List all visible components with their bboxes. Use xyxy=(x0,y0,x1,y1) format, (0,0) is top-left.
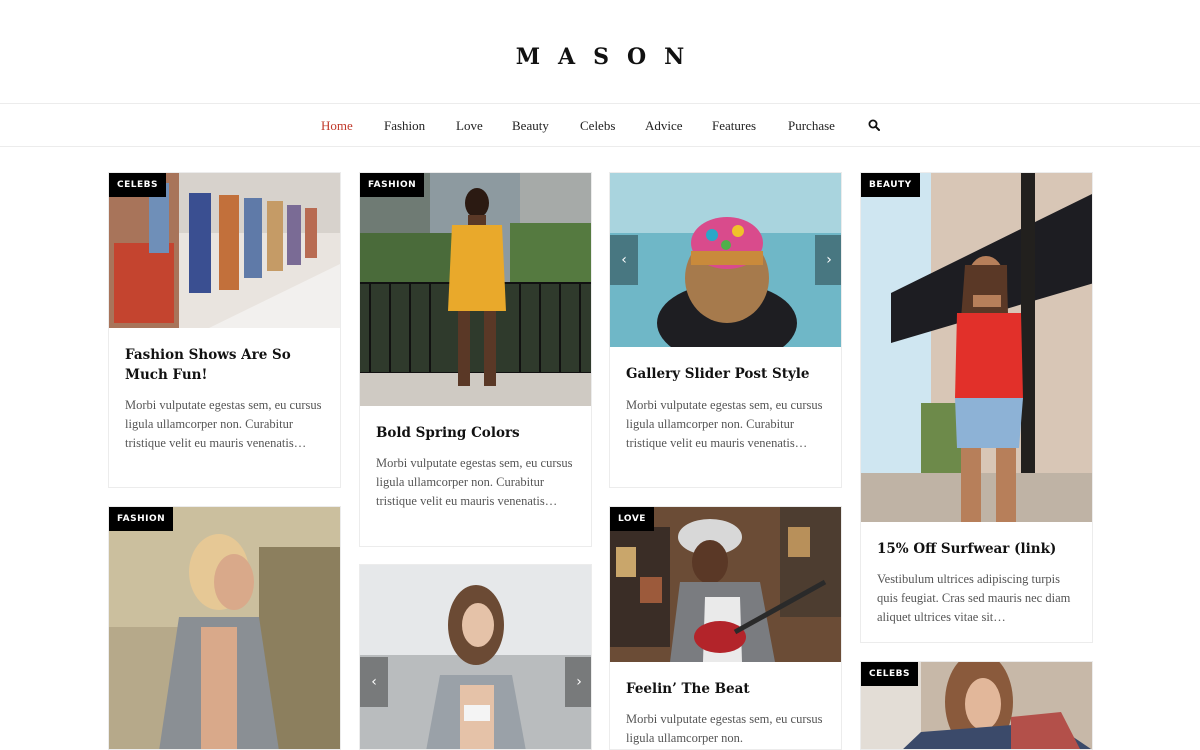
slider-prev-button[interactable]: ‹ xyxy=(360,657,388,707)
post-title[interactable]: Bold Spring Colors xyxy=(376,423,579,443)
post-card: ‹ › Gallery Slider Post Style Morbi vulp… xyxy=(609,172,842,488)
slider-prev-button[interactable]: ‹ xyxy=(610,235,638,285)
category-badge[interactable]: BEAUTY xyxy=(861,173,920,197)
nav-item-love[interactable]: Love xyxy=(456,117,483,135)
nav-item-home[interactable]: Home xyxy=(321,117,353,135)
post-image-surfwear[interactable] xyxy=(861,173,1092,522)
post-card: LOVE Feelin’ The Beat Morbi vulputate eg… xyxy=(609,506,842,750)
slider-next-button[interactable]: › xyxy=(815,235,841,285)
post-title[interactable]: Fashion Shows Are So Much Fun! xyxy=(125,345,328,385)
post-card: BEAUTY 15% Off Surfwear (link) Vestibulu… xyxy=(860,172,1093,643)
post-card: ‹ › xyxy=(359,564,592,750)
nav-item-fashion[interactable]: Fashion xyxy=(384,117,425,135)
post-card: FASHION xyxy=(108,506,341,750)
post-card: FASHION Bold Spring Colors Morbi vulputa… xyxy=(359,172,592,547)
category-badge[interactable]: LOVE xyxy=(610,507,654,531)
nav-item-purchase[interactable]: Purchase xyxy=(788,117,835,135)
post-card: CELEBS Fashion Shows Are So Much Fun! Mo… xyxy=(108,172,341,488)
category-badge[interactable]: CELEBS xyxy=(109,173,166,197)
post-title[interactable]: 15% Off Surfwear (link) xyxy=(877,539,1080,559)
post-excerpt: Morbi vulputate egestas sem, eu cursus l… xyxy=(125,398,322,450)
post-excerpt: Morbi vulputate egestas sem, eu cursus l… xyxy=(626,398,823,450)
site-header: MASON xyxy=(0,0,1200,104)
category-badge[interactable]: FASHION xyxy=(360,173,425,197)
site-title[interactable]: MASON xyxy=(0,42,1200,72)
category-badge[interactable]: FASHION xyxy=(109,507,174,531)
nav-item-celebs[interactable]: Celebs xyxy=(580,117,615,135)
post-title[interactable]: Feelin’ The Beat xyxy=(626,679,829,699)
post-image-brunette-slider[interactable] xyxy=(360,565,591,749)
post-image-blonde-woman[interactable] xyxy=(109,507,340,749)
post-title[interactable]: Gallery Slider Post Style xyxy=(626,364,829,384)
post-excerpt: Morbi vulputate egestas sem, eu cursus l… xyxy=(626,712,823,745)
post-image-city-woman[interactable] xyxy=(360,173,591,406)
post-card: CELEBS xyxy=(860,661,1093,750)
nav-item-beauty[interactable]: Beauty xyxy=(512,117,549,135)
nav-item-features[interactable]: Features xyxy=(712,117,756,135)
search-icon[interactable] xyxy=(868,119,880,131)
post-excerpt: Vestibulum ultrices adipiscing turpis qu… xyxy=(877,572,1071,624)
post-image-gallery-slider[interactable] xyxy=(610,173,841,363)
post-excerpt: Morbi vulputate egestas sem, eu cursus l… xyxy=(376,456,573,508)
main-nav: Home Fashion Love Beauty Celebs Advice F… xyxy=(0,103,1200,147)
nav-item-advice[interactable]: Advice xyxy=(645,117,683,135)
slider-next-button[interactable]: › xyxy=(565,657,591,707)
category-badge[interactable]: CELEBS xyxy=(861,662,918,686)
